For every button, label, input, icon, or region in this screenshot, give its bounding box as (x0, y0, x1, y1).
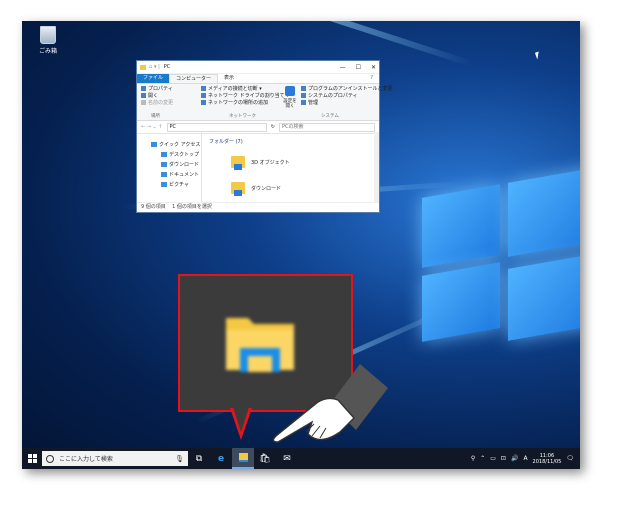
file-list: フォルダー (7) 3D オブジェクト ダウンロード (203, 132, 373, 203)
refresh-icon[interactable]: ↻ (271, 124, 275, 130)
close-button[interactable]: ✕ (371, 64, 376, 71)
nav-pictures[interactable]: ピクチャ (137, 180, 201, 190)
search-input[interactable]: PCの検索 (279, 122, 375, 132)
start-button[interactable] (22, 448, 42, 469)
window-title: PC (163, 64, 171, 70)
folder-item-3d-objects[interactable]: 3D オブジェクト (209, 149, 367, 175)
vertical-scrollbar[interactable] (374, 132, 379, 203)
open-settings-button[interactable]: 設定を開く (283, 86, 297, 109)
map-network-drive-button[interactable]: ネットワーク ドライブの割り当て ▾ (201, 93, 289, 100)
mouse-cursor-icon (534, 51, 542, 60)
manage-button[interactable]: 管理 (301, 100, 393, 107)
store-bag-icon: 🛍 (259, 453, 271, 464)
people-icon[interactable]: ⚲ (471, 455, 475, 462)
folder-item-downloads[interactable]: ダウンロード (209, 175, 367, 201)
network-icon[interactable]: ⊡ (501, 455, 506, 462)
add-network-location-button[interactable]: ネットワークの場所の追加 (201, 100, 289, 107)
store-button[interactable]: 🛍 (254, 448, 276, 469)
tab-view[interactable]: 表示 (218, 74, 240, 83)
windows-logo-wallpaper (422, 167, 580, 342)
navigation-pane: クイック アクセス デスクトップ ダウンロード ドキュメント ピクチャ (137, 132, 202, 203)
clock-date: 2018/11/05 (532, 458, 562, 465)
file-explorer-taskbar-button[interactable] (232, 448, 254, 469)
rename-button[interactable]: 名前の変更 (141, 100, 173, 107)
nav-documents[interactable]: ドキュメント (137, 170, 201, 180)
chevron-up-icon[interactable]: ⌃ (480, 455, 485, 462)
mail-button[interactable]: ✉ (276, 448, 298, 469)
recycle-bin-label: ごみ箱 (38, 48, 57, 55)
system-group-caption: システム (321, 114, 339, 119)
battery-icon[interactable]: ▭ (490, 455, 496, 462)
nav-desktop[interactable]: デスクトップ (137, 150, 201, 160)
network-group-caption: ネットワーク (229, 114, 256, 119)
nav-downloads[interactable]: ダウンロード (137, 160, 201, 170)
maximize-button[interactable]: ☐ (356, 64, 361, 71)
properties-button[interactable]: プロパティ (141, 86, 173, 93)
address-bar[interactable]: PC (166, 122, 267, 132)
nav-quick-access[interactable]: クイック アクセス (137, 140, 201, 150)
edge-icon: e (217, 453, 225, 464)
quick-access-toolbar-icon[interactable]: ▫ ▾ | (149, 64, 160, 70)
task-view-button[interactable]: ⧉ (188, 448, 210, 469)
minimize-button[interactable]: — (340, 64, 346, 71)
cortana-icon (46, 454, 54, 463)
folders-group-header[interactable]: フォルダー (7) (209, 138, 367, 145)
system-tray: ⚲ ⌃ ▭ ⊡ 🔊 A 11:06 2018/11/05 🗨 (471, 453, 580, 465)
volume-icon[interactable]: 🔊 (511, 455, 518, 462)
status-item-count: 9 個の項目 (141, 204, 166, 210)
tab-computer[interactable]: コンピューター (169, 73, 219, 84)
edge-button[interactable]: e (210, 448, 232, 469)
windows-icon (27, 454, 37, 463)
microphone-icon[interactable]: 🎙 (175, 455, 184, 463)
pointing-hand-icon (272, 364, 388, 443)
folder-icon (140, 64, 146, 70)
task-view-icon: ⧉ (195, 453, 203, 464)
notification-icon[interactable]: 🗨 (566, 455, 574, 462)
file-explorer-window: ▫ ▾ | PC — ☐ ✕ ファイル コンピューター 表示 ? プロパティ 開… (136, 60, 393, 213)
tab-file[interactable]: ファイル (137, 74, 170, 83)
open-button[interactable]: 開く (141, 93, 173, 100)
folder-icon (231, 182, 245, 196)
ime-indicator[interactable]: A (523, 455, 527, 462)
title-bar: ▫ ▾ | PC — ☐ ✕ (137, 61, 379, 74)
callout-pointer-inner (233, 407, 249, 432)
taskbar: ここに入力して検索 🎙 ⧉ e 🛍 ✉ ⚲ ⌃ ▭ ⊡ 🔊 A 11:06 20… (22, 448, 580, 469)
recycle-bin-icon (40, 26, 56, 44)
uninstall-program-button[interactable]: プログラムのアンインストールと変更 (301, 86, 393, 93)
folder-icon (231, 156, 245, 170)
map-media-button[interactable]: メディアの接続と切断 ▾ (201, 86, 289, 93)
help-icon[interactable]: ? (364, 74, 379, 83)
ribbon-tabs: ファイル コンピューター 表示 ? (137, 73, 379, 84)
taskbar-search-box[interactable]: ここに入力して検索 🎙 (42, 451, 188, 466)
system-properties-button[interactable]: システムのプロパティ (301, 93, 393, 100)
clock[interactable]: 11:06 2018/11/05 (533, 453, 562, 465)
back-forward-icons[interactable]: ← → ⌄ ↑ (141, 124, 163, 130)
folder-icon (238, 453, 248, 462)
status-selected-count: 1 個の項目を選択 (172, 204, 212, 210)
recycle-bin[interactable]: ごみ箱 (33, 26, 63, 55)
status-bar: 9 個の項目 1 個の項目を選択 (137, 202, 379, 212)
ribbon: プロパティ 開く 名前の変更 場所 メディアの接続と切断 ▾ ネットワーク ドラ… (137, 83, 393, 121)
gear-icon (285, 86, 295, 96)
location-group-caption: 場所 (151, 114, 160, 119)
mail-icon: ✉ (283, 453, 291, 464)
